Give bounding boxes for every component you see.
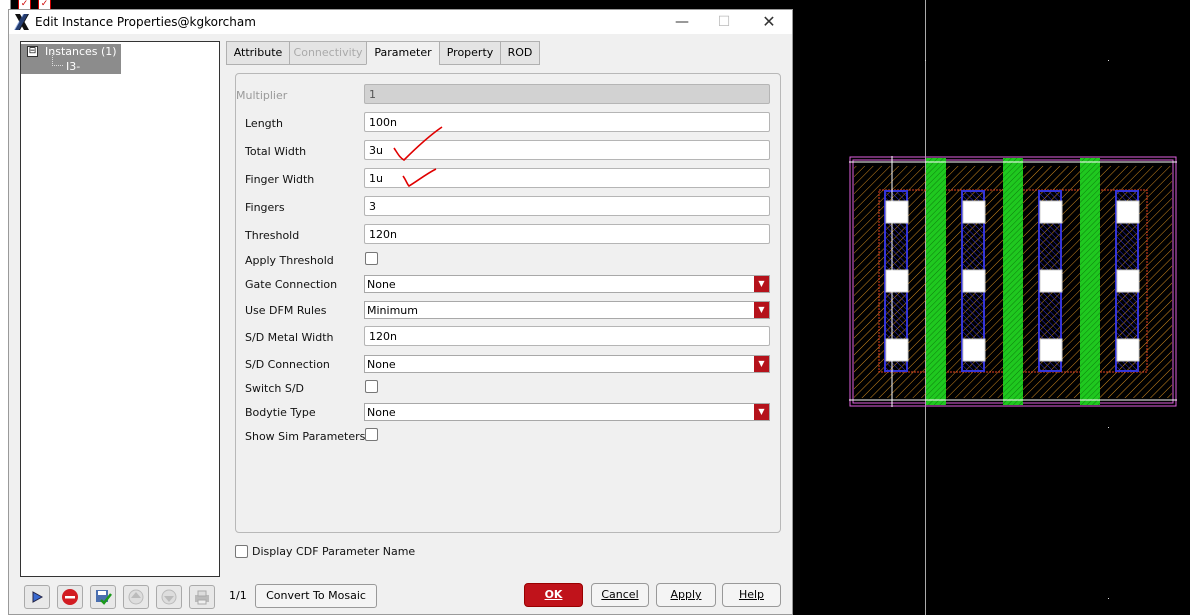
ok-button[interactable]: OK: [524, 583, 583, 607]
play-icon[interactable]: [24, 585, 50, 609]
show-sim-parameters-label: Show Sim Parameters: [245, 430, 366, 443]
fingers-label: Fingers: [245, 201, 285, 214]
stop-icon[interactable]: [57, 585, 83, 609]
printer-icon[interactable]: [189, 585, 215, 609]
window-title: Edit Instance Properties@kgkorcham: [35, 15, 256, 29]
gate-connection-label: Gate Connection: [245, 278, 338, 291]
finger-width-label: Finger Width: [245, 173, 315, 186]
chevron-down-icon[interactable]: ▼: [754, 356, 769, 372]
show-sim-parameters-checkbox[interactable]: [365, 428, 378, 441]
title-bar[interactable]: Edit Instance Properties@kgkorcham — ☐ ✕: [9, 10, 792, 34]
cancel-button[interactable]: Cancel: [591, 583, 649, 607]
use-dfm-rules-label: Use DFM Rules: [245, 304, 327, 317]
chevron-down-icon[interactable]: ▼: [754, 404, 769, 420]
tab-parameter[interactable]: Parameter: [366, 41, 440, 65]
tab-rod[interactable]: ROD: [500, 41, 540, 65]
tab-attribute[interactable]: Attribute: [226, 41, 290, 65]
fingers-field[interactable]: 3: [364, 196, 770, 216]
threshold-label: Threshold: [245, 229, 300, 242]
bodytie-type-select[interactable]: None ▼: [364, 403, 770, 421]
use-dfm-rules-select[interactable]: Minimum ▼: [364, 301, 770, 319]
sd-connection-select[interactable]: None ▼: [364, 355, 770, 373]
bodytie-type-value: None: [367, 406, 396, 419]
display-cdf-label: Display CDF Parameter Name: [252, 545, 416, 558]
apply-button[interactable]: Apply: [656, 583, 716, 607]
tree-connector: [52, 53, 63, 66]
chevron-down-icon[interactable]: ▼: [754, 302, 769, 318]
display-cdf-checkbox[interactable]: [235, 545, 248, 558]
bodytie-type-label: Bodytie Type: [245, 406, 316, 419]
switch-sd-checkbox[interactable]: [365, 380, 378, 393]
app-logo-icon: [14, 14, 29, 30]
switch-sd-label: Switch S/D: [245, 382, 305, 395]
gate-connection-value: None: [367, 278, 396, 291]
collapse-icon[interactable]: ⊟: [27, 46, 38, 57]
sd-connection-value: None: [367, 358, 396, 371]
up-arrow-icon[interactable]: [123, 585, 149, 609]
convert-to-mosaic-button[interactable]: Convert To Mosaic: [255, 584, 377, 608]
red-checkmark-annotations: [393, 126, 443, 187]
help-button[interactable]: Help: [722, 583, 781, 607]
multiplier-field[interactable]: 1: [364, 84, 770, 104]
close-button[interactable]: ✕: [754, 13, 784, 31]
sd-metal-width-field[interactable]: 120n: [364, 326, 770, 346]
threshold-field[interactable]: 120n: [364, 224, 770, 244]
maximize-button[interactable]: ☐: [709, 13, 739, 31]
chevron-down-icon[interactable]: ▼: [754, 276, 769, 292]
use-dfm-rules-value: Minimum: [367, 304, 418, 317]
apply-threshold-label: Apply Threshold: [245, 254, 334, 267]
apply-threshold-checkbox[interactable]: [365, 252, 378, 265]
instance-tree[interactable]: ⊟ Instances (1) I3-nmos1v: [20, 41, 220, 577]
tree-item-instance[interactable]: I3-nmos1v: [21, 53, 121, 86]
length-label: Length: [245, 117, 283, 130]
total-width-label: Total Width: [245, 145, 307, 158]
sd-connection-label: S/D Connection: [245, 358, 330, 371]
tab-connectivity[interactable]: Connectivity: [289, 41, 367, 65]
page-indicator: 1/1: [229, 589, 247, 602]
transistor-layout-view[interactable]: [849, 156, 1177, 407]
gate-connection-select[interactable]: None ▼: [364, 275, 770, 293]
tree-child-label: I3-nmos1v: [66, 60, 110, 86]
multiplier-label: Multiplier: [236, 89, 288, 102]
minimize-button[interactable]: —: [667, 13, 697, 31]
down-arrow-icon[interactable]: [156, 585, 182, 609]
tree-item-instances[interactable]: ⊟ Instances (1): [21, 44, 121, 59]
save-check-icon[interactable]: [90, 585, 116, 609]
tab-property[interactable]: Property: [439, 41, 501, 65]
sd-metal-width-label: S/D Metal Width: [245, 331, 334, 344]
